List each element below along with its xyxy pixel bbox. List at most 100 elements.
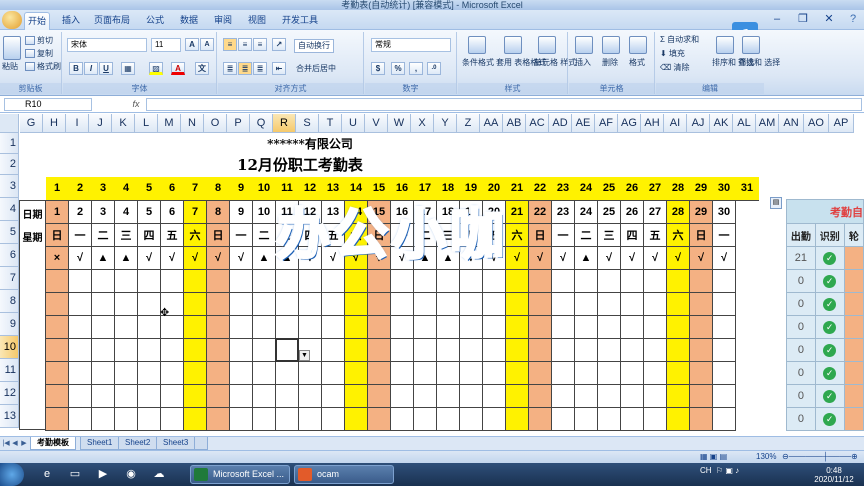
weekday-row-cell[interactable]: 一 xyxy=(712,222,736,247)
sort-filter-icon[interactable] xyxy=(716,36,734,54)
day-header-cell[interactable]: 3 xyxy=(91,177,115,201)
empty-row-cell[interactable] xyxy=(252,268,276,293)
empty-row-cell[interactable] xyxy=(390,291,414,316)
day-header-cell[interactable]: 4 xyxy=(114,177,138,201)
empty-row-cell[interactable] xyxy=(459,337,483,362)
empty-row-cell[interactable] xyxy=(505,268,529,293)
mark-row-cell[interactable]: √ xyxy=(137,245,161,270)
empty-row-cell[interactable] xyxy=(689,314,713,339)
empty-row-cell[interactable] xyxy=(160,360,184,385)
empty-row-cell[interactable] xyxy=(91,406,115,431)
task-ocam[interactable]: ocam xyxy=(294,465,394,484)
fx-icon[interactable]: fx xyxy=(128,98,144,111)
mark-row-cell[interactable]: √ xyxy=(206,245,230,270)
empty-row-cell[interactable] xyxy=(459,383,483,408)
column-header-N[interactable]: N xyxy=(181,114,204,133)
column-header-AC[interactable]: AC xyxy=(526,114,549,133)
comma-button[interactable]: , xyxy=(409,62,423,75)
empty-row-cell[interactable] xyxy=(321,314,345,339)
mark-row-cell[interactable]: ▲ xyxy=(114,245,138,270)
top-align-button[interactable]: ≡ xyxy=(223,38,237,51)
weekday-row-cell[interactable]: 二 xyxy=(252,222,276,247)
empty-row-cell[interactable] xyxy=(597,383,621,408)
empty-row-cell[interactable] xyxy=(620,314,644,339)
column-header-S[interactable]: S xyxy=(296,114,319,133)
empty-row-cell[interactable] xyxy=(183,268,207,293)
stats-count[interactable]: 0 xyxy=(786,407,816,431)
empty-row-cell[interactable] xyxy=(137,291,161,316)
empty-row-cell[interactable] xyxy=(666,383,690,408)
empty-row-cell[interactable] xyxy=(160,406,184,431)
column-header-M[interactable]: M xyxy=(158,114,181,133)
empty-row-cell[interactable] xyxy=(436,383,460,408)
tab-developer[interactable]: 开发工具 xyxy=(280,12,320,30)
bottom-align-button[interactable]: ≡ xyxy=(253,38,267,51)
empty-row-cell[interactable] xyxy=(712,314,736,339)
empty-row-cell[interactable] xyxy=(229,383,253,408)
stats-subheader[interactable]: 识别 xyxy=(814,223,845,247)
sheet-tab-1[interactable]: Sheet1 xyxy=(80,437,120,450)
autosum-button[interactable]: Σ 自动求和 xyxy=(660,35,699,45)
mark-row-cell[interactable]: √ xyxy=(183,245,207,270)
row-header-9[interactable]: 9 xyxy=(0,313,19,336)
date-row-cell[interactable]: 4 xyxy=(114,199,138,224)
row-header-2[interactable]: 2 xyxy=(0,154,19,175)
row-header-8[interactable]: 8 xyxy=(0,290,19,313)
clear-button[interactable]: ⌫ 清除 xyxy=(660,63,690,73)
attendance-stats-table[interactable]: 考勤自 出勤 识别轮 21 ✓ 0 ✓ 0 ✓ 0 ✓ 0 ✓ 0 ✓ 0 ✓ 0 ✓ xyxy=(786,199,864,431)
stats-count[interactable]: 0 xyxy=(786,384,816,408)
zoom-level[interactable]: 130% xyxy=(756,451,776,463)
empty-row-cell[interactable] xyxy=(413,314,437,339)
empty-row-cell[interactable] xyxy=(229,337,253,362)
copy-button[interactable]: 复制 xyxy=(25,49,53,59)
stats-subheader[interactable]: 轮 xyxy=(843,223,864,247)
column-header-W[interactable]: W xyxy=(388,114,411,133)
empty-row-cell[interactable] xyxy=(206,383,230,408)
column-header-AN[interactable]: AN xyxy=(779,114,804,133)
empty-row-cell[interactable] xyxy=(390,406,414,431)
empty-row-cell[interactable] xyxy=(597,337,621,362)
empty-row-cell[interactable] xyxy=(643,337,667,362)
empty-row-cell[interactable] xyxy=(229,314,253,339)
column-header-R[interactable]: R xyxy=(273,114,296,133)
empty-row-cell[interactable] xyxy=(505,406,529,431)
empty-row-cell[interactable] xyxy=(551,314,575,339)
cloud-app-icon[interactable]: ☁ xyxy=(146,465,172,484)
empty-row-cell[interactable] xyxy=(436,314,460,339)
day-header-cell[interactable]: 5 xyxy=(137,177,161,201)
empty-row-cell[interactable] xyxy=(45,360,69,385)
row-header-3[interactable]: 3 xyxy=(0,175,19,198)
empty-row-cell[interactable] xyxy=(643,360,667,385)
empty-row-cell[interactable] xyxy=(689,406,713,431)
empty-row-cell[interactable] xyxy=(666,337,690,362)
empty-row-cell[interactable] xyxy=(45,291,69,316)
column-header-AD[interactable]: AD xyxy=(549,114,572,133)
stats-check[interactable]: ✓ xyxy=(814,246,845,270)
empty-row-cell[interactable] xyxy=(436,268,460,293)
column-header-O[interactable]: O xyxy=(204,114,227,133)
column-header-AF[interactable]: AF xyxy=(595,114,618,133)
restore-button[interactable]: ❐ xyxy=(792,12,814,28)
column-header-I[interactable]: I xyxy=(66,114,89,133)
help-icon[interactable]: ? xyxy=(842,12,864,28)
empty-row-cell[interactable] xyxy=(298,383,322,408)
empty-row-cell[interactable] xyxy=(482,314,506,339)
grow-font-button[interactable]: A xyxy=(185,38,199,51)
empty-row-cell[interactable] xyxy=(574,383,598,408)
mark-row-cell[interactable]: √ xyxy=(160,245,184,270)
normal-view-icon[interactable]: ▦ ▣ ▤ xyxy=(700,451,727,463)
column-header-AH[interactable]: AH xyxy=(641,114,664,133)
empty-row-cell[interactable] xyxy=(91,360,115,385)
empty-row-cell[interactable] xyxy=(712,406,736,431)
date-row-cell[interactable]: 2 xyxy=(68,199,92,224)
column-header-AG[interactable]: AG xyxy=(618,114,641,133)
stats-extra[interactable] xyxy=(843,384,864,408)
empty-row-cell[interactable] xyxy=(252,360,276,385)
mark-row-cell[interactable]: √ xyxy=(68,245,92,270)
date-row-cell[interactable]: 29 xyxy=(689,199,713,224)
empty-row-cell[interactable] xyxy=(91,337,115,362)
empty-row-cell[interactable] xyxy=(367,383,391,408)
ime-indicator[interactable]: CH xyxy=(700,466,712,475)
empty-row-cell[interactable] xyxy=(206,360,230,385)
empty-row-cell[interactable] xyxy=(689,383,713,408)
